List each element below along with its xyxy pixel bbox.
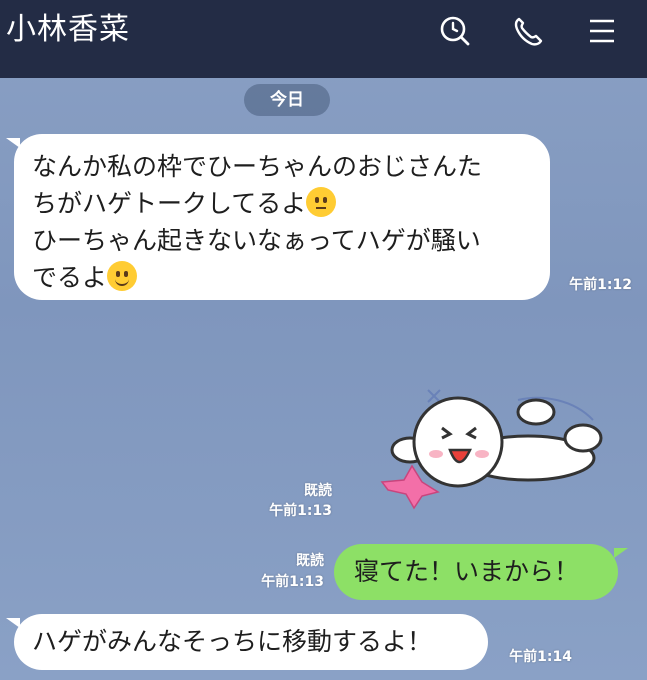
chat-header: 小林香菜 <box>0 0 647 78</box>
incoming-message[interactable]: なんか私の枠でひーちゃんのおじさんた ちがハゲトークしてるよ ひーちゃん起きない… <box>14 134 550 300</box>
chat-title: 小林香菜 <box>6 12 130 47</box>
incoming-message[interactable]: ハゲがみんなそっちに移動するよ！ <box>14 614 488 670</box>
date-divider: 今日 <box>244 84 330 116</box>
message-time: 午前1:14 <box>509 649 572 665</box>
message-text: ハゲがみんなそっちに移動するよ！ <box>32 627 433 656</box>
search-icon[interactable] <box>436 13 472 49</box>
bubble-tail <box>614 548 628 558</box>
read-receipt: 既読 <box>296 553 324 569</box>
message-time: 午前1:13 <box>261 574 324 590</box>
menu-icon[interactable] <box>584 13 620 49</box>
read-receipt: 既読 <box>304 483 332 499</box>
message-text: なんか私の枠でひーちゃんのおじさんた ちがハゲトークしてるよ ひーちゃん起きない… <box>32 152 483 292</box>
thinking-face-icon <box>306 187 337 217</box>
smiling-face-icon <box>107 261 138 291</box>
outgoing-message[interactable]: 寝てた！いまから！ <box>334 544 618 600</box>
message-text: 寝てた！いまから！ <box>354 557 580 586</box>
message-time: 午前1:12 <box>569 277 632 293</box>
phone-icon[interactable] <box>510 13 546 49</box>
sticker-image[interactable] <box>378 380 608 520</box>
message-time: 午前1:13 <box>269 503 332 519</box>
